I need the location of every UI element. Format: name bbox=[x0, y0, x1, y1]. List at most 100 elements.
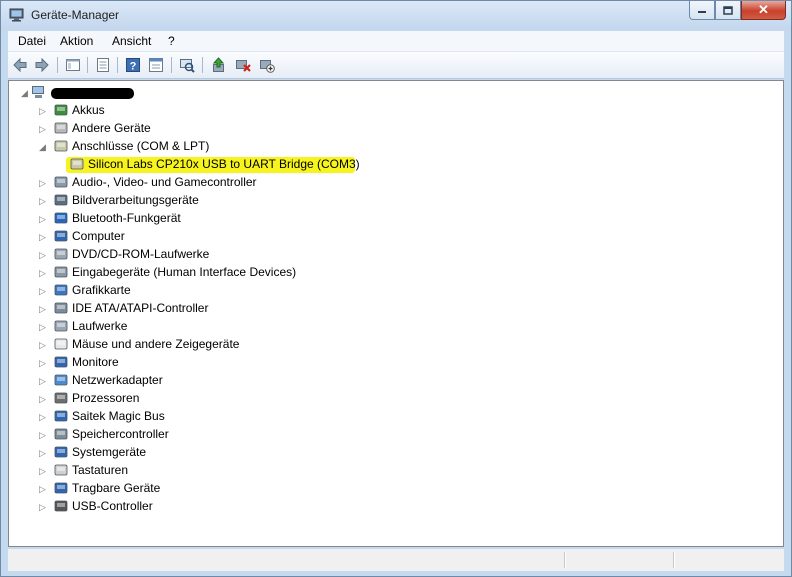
tree-category-item[interactable]: ▷ Audio-, Video- und Gamecontroller bbox=[9, 173, 769, 191]
tree-category-item[interactable]: ▷ Saitek Magic Bus bbox=[9, 407, 769, 425]
tree-category-item[interactable]: ▷ Tastaturen bbox=[9, 461, 769, 479]
tree-item-label: Speichercontroller bbox=[72, 427, 169, 441]
expand-arrow-icon[interactable]: ▷ bbox=[39, 394, 46, 404]
menu-ansicht[interactable]: Ansicht bbox=[112, 34, 151, 48]
menu-help[interactable]: ? bbox=[168, 34, 175, 48]
properties-sheet-button[interactable] bbox=[147, 56, 165, 74]
tree-category-item[interactable]: ◢ Anschlüsse (COM & LPT) bbox=[9, 137, 769, 155]
tree-category-item[interactable]: ▷ Prozessoren bbox=[9, 389, 769, 407]
disable-icon bbox=[260, 60, 275, 73]
device-tree[interactable]: ◢ ▷ Akkus ▷ Andere Geräte ◢ Anschlüsse (COM &… bbox=[8, 80, 784, 547]
collapse-arrow-icon[interactable]: ◢ bbox=[39, 142, 46, 152]
disable-button[interactable] bbox=[258, 56, 276, 74]
maximize-button[interactable] bbox=[715, 1, 741, 20]
help-button[interactable]: ? bbox=[124, 56, 142, 74]
expand-arrow-icon[interactable]: ▷ bbox=[39, 466, 46, 476]
expand-arrow-icon[interactable]: ▷ bbox=[39, 196, 46, 206]
tree-category-item[interactable]: ▷ Bildverarbeitungsgeräte bbox=[9, 191, 769, 209]
help-icon: ? bbox=[126, 58, 140, 73]
expand-arrow-icon[interactable]: ▷ bbox=[39, 448, 46, 458]
menu-bar: Datei Aktion Ansicht ? bbox=[8, 31, 784, 52]
tree-category-item[interactable]: ▷ DVD/CD-ROM-Laufwerke bbox=[9, 245, 769, 263]
tree-category-item[interactable]: ▷ IDE ATA/ATAPI-Controller bbox=[9, 299, 769, 317]
network-adapter-icon bbox=[54, 374, 68, 386]
expand-arrow-icon[interactable]: ▷ bbox=[39, 232, 46, 242]
properties-icon bbox=[97, 58, 109, 72]
tree-category-item[interactable]: ▷ Akkus bbox=[9, 101, 769, 119]
expand-arrow-icon[interactable]: ▷ bbox=[39, 430, 46, 440]
display-adapter-icon bbox=[54, 284, 68, 296]
tree-category-item[interactable]: ▷ Mäuse und andere Zeigegeräte bbox=[9, 335, 769, 353]
tree-device-item[interactable]: Silicon Labs CP210x USB to UART Bridge (… bbox=[9, 155, 769, 173]
expand-arrow-icon[interactable]: ▷ bbox=[39, 358, 46, 368]
tree-category-item[interactable]: ▷ Grafikkarte bbox=[9, 281, 769, 299]
tree-item-label: Eingabegeräte (Human Interface Devices) bbox=[72, 265, 297, 279]
properties-list-button[interactable] bbox=[94, 56, 112, 74]
system-devices-icon bbox=[54, 446, 68, 458]
tree-item-label: Tragbare Geräte bbox=[72, 481, 161, 495]
expand-arrow-icon[interactable]: ▷ bbox=[39, 268, 46, 278]
battery-icon bbox=[54, 104, 68, 116]
mouse-icon bbox=[54, 338, 68, 350]
tree-item-label: IDE ATA/ATAPI-Controller bbox=[72, 301, 209, 315]
tree-item-label: Saitek Magic Bus bbox=[72, 409, 165, 423]
update-driver-button[interactable] bbox=[210, 56, 228, 74]
expand-arrow-icon[interactable]: ▷ bbox=[39, 106, 46, 116]
tree-item-label: Akkus bbox=[72, 103, 105, 117]
tree-category-item[interactable]: ▷ Monitore bbox=[9, 353, 769, 371]
title-bar[interactable]: Geräte-Manager ✕ bbox=[1, 1, 791, 30]
expand-arrow-icon[interactable]: ▷ bbox=[39, 502, 46, 512]
menu-aktion[interactable]: Aktion bbox=[60, 34, 93, 48]
update-driver-icon bbox=[212, 57, 225, 72]
port-icon bbox=[70, 158, 84, 170]
device-manager-window: Geräte-Manager ✕ Datei Aktion Ansicht ? bbox=[0, 0, 792, 577]
tree-category-item[interactable]: ▷ Computer bbox=[9, 227, 769, 245]
tree-item-label: DVD/CD-ROM-Laufwerke bbox=[72, 247, 210, 261]
tree-category-item[interactable]: ▷ Eingabegeräte (Human Interface Devices) bbox=[9, 263, 769, 281]
tree-category-item[interactable]: ▷ Systemgeräte bbox=[9, 443, 769, 461]
expand-arrow-icon[interactable]: ▷ bbox=[39, 214, 46, 224]
tree-category-item[interactable]: ▷ Bluetooth-Funkgerät bbox=[9, 209, 769, 227]
forward-button[interactable] bbox=[33, 56, 51, 74]
tree-category-item[interactable]: ▷ Netzwerkadapter bbox=[9, 371, 769, 389]
unknown-device-icon bbox=[54, 122, 68, 134]
tree-category-item[interactable]: ▷ USB-Controller bbox=[9, 497, 769, 515]
disc-drive-icon bbox=[54, 248, 68, 260]
tree-category-item[interactable]: ▷ Speichercontroller bbox=[9, 425, 769, 443]
tree-item-label: Computer bbox=[72, 229, 125, 243]
uninstall-button[interactable] bbox=[234, 56, 252, 74]
status-bar bbox=[8, 549, 784, 571]
expand-arrow-icon[interactable]: ▷ bbox=[39, 124, 46, 134]
minimize-button[interactable] bbox=[689, 1, 715, 20]
tree-category-item[interactable]: ▷ Tragbare Geräte bbox=[9, 479, 769, 497]
expand-arrow-icon[interactable]: ▷ bbox=[39, 250, 46, 260]
expand-arrow-icon[interactable]: ▷ bbox=[39, 484, 46, 494]
monitor-icon bbox=[54, 356, 68, 368]
tree-category-item[interactable]: ▷ Laufwerke bbox=[9, 317, 769, 335]
tree-category-item[interactable]: ▷ Andere Geräte bbox=[9, 119, 769, 137]
expand-arrow-icon[interactable]: ▷ bbox=[39, 340, 46, 350]
tree-item-label: Silicon Labs CP210x USB to UART Bridge (… bbox=[88, 157, 360, 171]
show-hide-tree-button[interactable] bbox=[64, 56, 82, 74]
menu-datei[interactable]: Datei bbox=[18, 34, 46, 48]
tree-item-label: Andere Geräte bbox=[72, 121, 151, 135]
camera-icon bbox=[54, 194, 68, 206]
processor-icon bbox=[54, 392, 68, 404]
keyboard-icon bbox=[54, 464, 68, 476]
back-button[interactable] bbox=[11, 56, 29, 74]
expand-arrow-icon[interactable]: ▷ bbox=[39, 376, 46, 386]
close-button[interactable]: ✕ bbox=[741, 1, 786, 20]
expand-arrow-icon[interactable]: ▷ bbox=[39, 178, 46, 188]
window-title: Geräte-Manager bbox=[31, 8, 120, 22]
expand-arrow-icon[interactable]: ▷ bbox=[39, 286, 46, 296]
tree-item-label: Audio-, Video- und Gamecontroller bbox=[72, 175, 257, 189]
tree-root[interactable]: ◢ bbox=[9, 83, 209, 101]
usb-icon bbox=[54, 500, 68, 512]
uninstall-icon bbox=[236, 60, 251, 72]
expand-arrow-icon[interactable]: ▷ bbox=[39, 322, 46, 332]
collapse-arrow-icon[interactable]: ◢ bbox=[21, 88, 28, 98]
expand-arrow-icon[interactable]: ▷ bbox=[39, 304, 46, 314]
expand-arrow-icon[interactable]: ▷ bbox=[39, 412, 46, 422]
scan-hardware-button[interactable] bbox=[178, 56, 196, 74]
tree-item-label: USB-Controller bbox=[72, 499, 153, 513]
